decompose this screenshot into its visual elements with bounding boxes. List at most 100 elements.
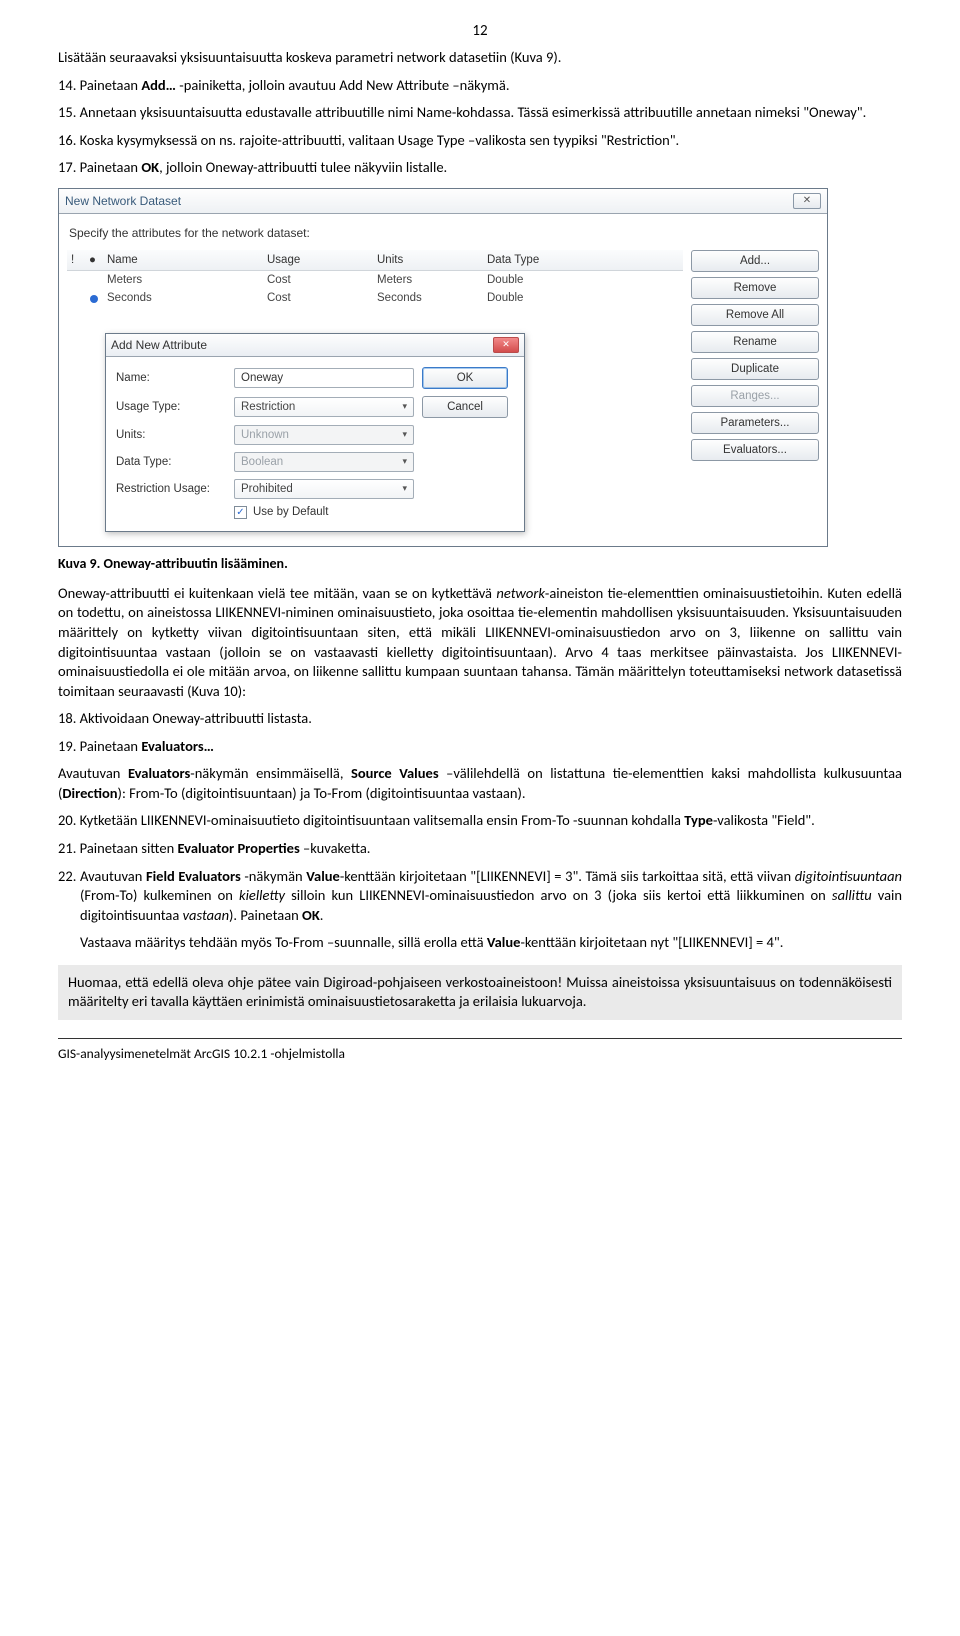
datatype-value: Boolean	[241, 456, 283, 468]
col-units: Units	[373, 253, 483, 267]
label-units: Units:	[116, 429, 226, 441]
s22l: vastaan	[183, 906, 229, 924]
close-icon[interactable]: ✕	[793, 193, 821, 209]
step14-a: 14. Painetaan	[58, 76, 141, 94]
s22n: OK	[302, 906, 320, 924]
units-value: Unknown	[241, 429, 289, 441]
s20c: -valikosta "Field".	[713, 811, 815, 829]
s22d: Value	[306, 867, 340, 885]
e1: Avautuvan	[58, 764, 128, 782]
add-button[interactable]: Add...	[691, 250, 819, 272]
note-box: Huomaa, että edellä oleva ohje pätee vai…	[58, 965, 902, 1020]
oneway-explanation: Oneway-attribuutti ei kuitenkaan vielä t…	[58, 584, 902, 701]
step-20: 20. Kytketään LIIKENNEVI-ominaisuutieto …	[58, 811, 902, 831]
caption9-text: Kuva 9. Oneway-attribuutin lisääminen.	[58, 555, 288, 572]
modal-title-text: Add New Attribute	[111, 338, 207, 352]
close-icon[interactable]: ✕	[493, 337, 519, 353]
step14-c: -painiketta, jolloin avautuu Add New Att…	[176, 76, 510, 94]
s22j: sallittu	[832, 886, 872, 904]
col-datatype: Data Type	[483, 253, 603, 267]
cell-units: Meters	[373, 273, 483, 287]
page-number: 12	[58, 22, 902, 40]
remove-button[interactable]: Remove	[691, 277, 819, 299]
step-19: 19. Painetaan Evaluators…	[58, 737, 902, 757]
s22h: kielletty	[239, 886, 285, 904]
s21c: –kuvaketta.	[300, 839, 371, 857]
cell-datatype: Double	[483, 291, 603, 307]
s20b: Type	[684, 811, 713, 829]
outer-titlebar: New Network Dataset ✕	[59, 189, 827, 214]
cell-usage: Cost	[263, 273, 373, 287]
cell-units: Seconds	[373, 291, 483, 307]
step-18: 18. Aktivoidaan Oneway-attribuutti lista…	[58, 709, 902, 729]
mid2: network	[496, 584, 545, 602]
s22e: -kenttään kirjoitetaan "[LIIKENNEVI] = 3…	[340, 867, 795, 885]
step17-b: OK	[141, 158, 159, 176]
col-usage: Usage	[263, 253, 373, 267]
name-field[interactable]: Oneway	[234, 368, 414, 388]
col-name: Name	[103, 253, 263, 267]
s21b: Evaluator Properties	[177, 839, 299, 857]
s22g: (From-To) kulkeminen on	[80, 886, 239, 904]
cell-datatype: Double	[483, 273, 603, 287]
s22o: .	[320, 906, 324, 924]
chevron-down-icon: ▾	[402, 429, 407, 440]
add-attribute-dialog: Add New Attribute ✕ Name: Oneway OK	[105, 333, 525, 532]
step19-b: Evaluators…	[141, 737, 214, 755]
step-21: 21. Painetaan sitten Evaluator Propertie…	[58, 839, 902, 859]
remove-all-button[interactable]: Remove All	[691, 304, 819, 326]
table-row[interactable]: Meters Cost Meters Double	[67, 271, 683, 289]
step-22: 22. Avautuvan Field Evaluators -näkymän …	[58, 867, 902, 926]
e4: Source Values	[351, 764, 439, 782]
duplicate-button[interactable]: Duplicate	[691, 358, 819, 380]
step-14: 14. Painetaan Add… -painiketta, jolloin …	[58, 76, 902, 96]
ok-button[interactable]: OK	[422, 367, 508, 389]
evaluators-button[interactable]: Evaluators...	[691, 439, 819, 461]
intro-paragraph: Lisätään seuraavaksi yksisuuntaisuutta k…	[58, 48, 902, 68]
table-header: ! ● Name Usage Units Data Type	[67, 250, 683, 271]
cell-name: Seconds	[103, 291, 263, 307]
step-17: 17. Painetaan OK, jolloin Oneway-attribu…	[58, 158, 902, 178]
s22c: -näkymän	[241, 867, 307, 885]
parameters-button[interactable]: Parameters...	[691, 412, 819, 434]
datatype-select: Boolean ▾	[234, 452, 414, 472]
label-name: Name:	[116, 372, 226, 384]
s20a: 20. Kytketään LIIKENNEVI-ominaisuutieto …	[58, 811, 684, 829]
ranges-button[interactable]: Ranges...	[691, 385, 819, 407]
evaluators-paragraph: Avautuvan Evaluators-näkymän ensimmäisel…	[58, 764, 902, 803]
step17-a: 17. Painetaan	[58, 158, 141, 176]
use-default-checkbox[interactable]: ✓	[234, 506, 247, 519]
outer-title-text: New Network Dataset	[65, 194, 181, 208]
cell-usage: Cost	[263, 291, 373, 307]
use-default-label: Use by Default	[253, 506, 328, 518]
footer-separator	[58, 1038, 902, 1039]
rename-button[interactable]: Rename	[691, 331, 819, 353]
e6: Direction	[62, 784, 117, 802]
e3: -näkymän ensimmäisellä,	[190, 764, 351, 782]
default-bullet-icon	[90, 295, 98, 303]
s21a: 21. Painetaan sitten	[58, 839, 177, 857]
cancel-button[interactable]: Cancel	[422, 396, 508, 418]
usage-type-value: Restriction	[241, 401, 295, 413]
step14-b: Add…	[141, 76, 176, 94]
units-select: Unknown ▾	[234, 425, 414, 445]
col-warn: !	[67, 253, 85, 267]
step-16: 16. Koska kysymyksessä on ns. rajoite-at…	[58, 131, 902, 151]
chevron-down-icon: ▾	[402, 401, 407, 412]
step17-c: , jolloin Oneway-attribuutti tulee näkyv…	[159, 158, 447, 176]
table-row[interactable]: Seconds Cost Seconds Double	[67, 289, 683, 309]
s22i: silloin kun LIIKENNEVI-ominaisuustiedon …	[285, 886, 832, 904]
s22b: Field Evaluators	[146, 867, 241, 885]
usage-type-select[interactable]: Restriction ▾	[234, 397, 414, 417]
label-restriction-usage: Restriction Usage:	[116, 483, 226, 495]
tfb: Value	[487, 933, 521, 951]
screenshot-figure: New Network Dataset ✕ Specify the attrib…	[58, 188, 828, 547]
footer-text: GIS-analyysimenetelmät ArcGIS 10.2.1 -oh…	[58, 1043, 902, 1062]
tofrom-paragraph: Vastaava määritys tehdään myös To-From –…	[58, 933, 902, 953]
figure-caption-9: Kuva 9. Oneway-attribuutin lisääminen.	[58, 555, 902, 572]
tfa: Vastaava määritys tehdään myös To-From –…	[80, 933, 487, 951]
label-datatype: Data Type:	[116, 456, 226, 468]
dialog-prompt: Specify the attributes for the network d…	[69, 226, 819, 240]
chevron-down-icon: ▾	[402, 456, 407, 467]
restriction-usage-select[interactable]: Prohibited ▾	[234, 479, 414, 499]
